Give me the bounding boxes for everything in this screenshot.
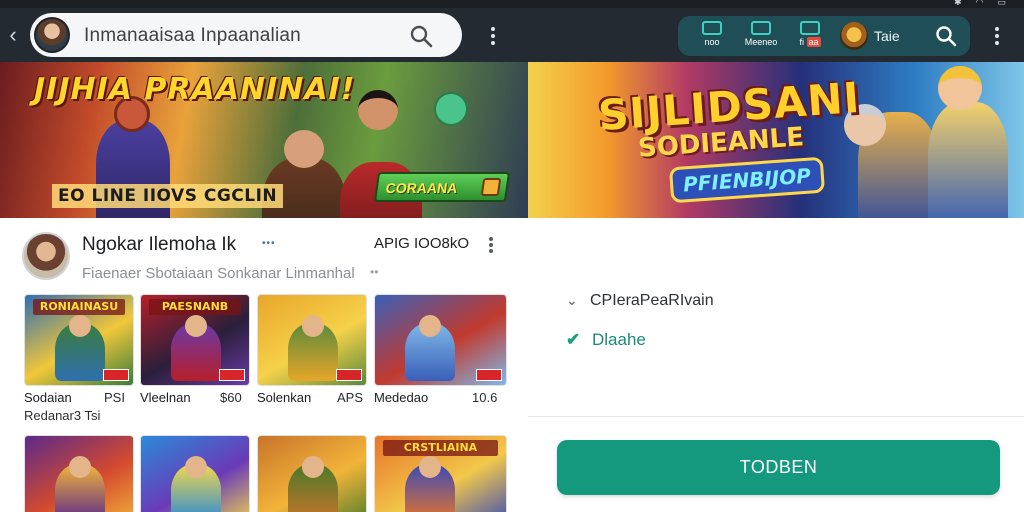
tile-badge	[336, 369, 362, 381]
battery-icon: ▭	[997, 0, 1006, 7]
hero-head-3	[358, 90, 398, 130]
profile-subtitle: Fiaenaer Sbotaiaan Sonkanar Linmanhal	[82, 265, 355, 282]
profile-meta: APIG IOO8kO	[374, 235, 470, 252]
divider	[528, 416, 1024, 417]
profile-name: Ngokar Ilemoha Ik	[82, 234, 237, 255]
character-head	[185, 456, 207, 478]
game-tile[interactable]: CRSTLIAINA	[374, 435, 507, 512]
tile-banner	[149, 440, 241, 456]
primary-action-button[interactable]: TODBEN	[557, 440, 1000, 495]
account-panel: noo Meeneo fi aa Taie	[678, 16, 970, 56]
tile-banner	[266, 440, 358, 456]
tile-badge	[103, 369, 129, 381]
creature-icon	[434, 92, 468, 126]
profile-avatar[interactable]	[22, 232, 70, 280]
banner-title: JIJHIA PRAANINAI!	[34, 72, 356, 107]
tile-title[interactable]: Vleelnan	[140, 390, 191, 405]
profile-more-icon[interactable]	[488, 236, 494, 258]
tile-banner: CRSTLIAINA	[383, 440, 498, 456]
chest-icon	[480, 178, 502, 196]
settings-icon: ✱	[954, 0, 962, 7]
tile-title[interactable]: Mededao	[374, 390, 428, 405]
user-name: Taie	[874, 28, 900, 44]
game-tile[interactable]	[24, 435, 134, 512]
tile-banner	[266, 299, 358, 315]
featured-banner-left[interactable]: JIJHIA PRAANINAI! EO LINE IIOVS CGCLIN C…	[0, 62, 528, 218]
tile-banner: PAESNANB	[149, 299, 241, 315]
tile-banner	[383, 299, 498, 315]
game-tile[interactable]: RONIAINASU	[24, 294, 134, 386]
character-head	[302, 315, 324, 337]
character-head	[302, 456, 324, 478]
top-bar: ‹ Inmanaaisaa Inpaanalian noo Meeneo fi	[0, 8, 1024, 62]
detail-row-status[interactable]: ✔ Dlaahe	[566, 330, 646, 350]
banner-tag-right: PFIENBIJOP	[668, 156, 826, 204]
status-icons: ✱ ◠ ▭	[954, 0, 1006, 8]
banner-cta-button[interactable]: CORAANA	[373, 172, 511, 202]
tile-value: APS	[337, 390, 364, 405]
featured-banner-right[interactable]: SIJLIDSANI SODIEANLE PFIENBIJOP	[528, 62, 1024, 218]
search-bar[interactable]: Inmanaaisaa Inpaanalian	[30, 13, 462, 57]
app-root: ✱ ◠ ▭ ‹ Inmanaaisaa Inpaanalian noo Meen…	[0, 0, 1024, 512]
character-head	[69, 456, 91, 478]
panel-item-2[interactable]: Meeneo	[738, 21, 784, 47]
hero-head-2	[284, 130, 324, 168]
tile-value: 10.6	[472, 390, 498, 405]
avatar[interactable]	[34, 17, 70, 53]
game-tile[interactable]	[374, 294, 507, 386]
more-options-icon[interactable]	[490, 25, 496, 47]
game-tile[interactable]	[257, 294, 367, 386]
game-tile[interactable]: PAESNANB	[140, 294, 250, 386]
profile-sub-dots: ••	[370, 265, 379, 279]
character-head	[419, 315, 441, 337]
check-icon: ✔	[566, 330, 581, 349]
tile-banner: RONIAINASU	[33, 299, 125, 315]
chevron-down-icon: ⌄	[566, 292, 578, 308]
profile-dots: •••	[262, 238, 276, 249]
tile-banner	[33, 440, 125, 456]
character-head	[69, 315, 91, 337]
tile-value: PSI	[104, 390, 125, 405]
hero-figure-5	[928, 102, 1008, 218]
tile-subtitle: Redanar3 Tsi	[24, 408, 101, 423]
status-bar: ✱ ◠ ▭	[0, 0, 1024, 8]
tile-title[interactable]: Sodaian	[24, 390, 72, 405]
search-input[interactable]: Inmanaaisaa Inpaanalian	[84, 25, 301, 47]
panel-item-1[interactable]: noo	[698, 21, 726, 47]
tile-title[interactable]: Solenkan	[257, 390, 311, 405]
game-tile[interactable]	[257, 435, 367, 512]
detail-row-option[interactable]: ⌄ CPIeraPeaRIvain	[566, 292, 714, 310]
character-head	[185, 315, 207, 337]
user-avatar[interactable]	[840, 22, 868, 50]
overflow-menu-icon[interactable]	[994, 25, 1000, 47]
tile-value: $60	[220, 390, 242, 405]
back-arrow-icon[interactable]: ‹	[4, 22, 22, 48]
screen-icon	[702, 21, 722, 35]
hero-head-5	[938, 66, 982, 110]
panel-search-icon[interactable]	[934, 24, 958, 48]
tile-badge	[476, 369, 502, 381]
panel-item-3[interactable]: fi aa	[790, 21, 830, 47]
character-head	[419, 456, 441, 478]
tile-badge	[219, 369, 245, 381]
search-icon[interactable]	[408, 23, 434, 49]
window-icon	[751, 21, 771, 35]
notification-badge: aa	[806, 37, 821, 47]
wifi-icon: ◠	[975, 0, 984, 7]
banner-caption: EO LINE IIOVS CGCLIN	[52, 184, 284, 208]
game-tile[interactable]	[140, 435, 250, 512]
folder-icon	[800, 21, 820, 35]
